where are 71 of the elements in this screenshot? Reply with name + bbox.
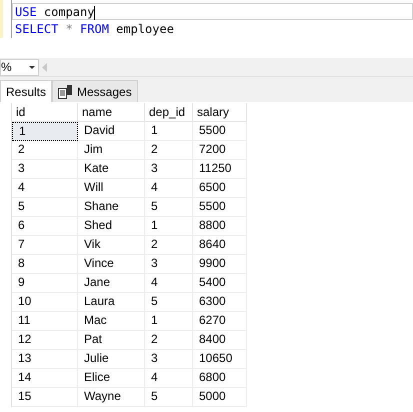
table-cell: 4	[145, 179, 193, 198]
table-cell: 6800	[193, 369, 247, 388]
table-cell: 3	[145, 160, 193, 179]
table-cell: 2	[145, 141, 193, 160]
column-header[interactable]: name	[78, 103, 145, 122]
column-header[interactable]: id	[12, 103, 78, 122]
zoom-dropdown[interactable]: %	[0, 58, 39, 76]
table-cell: Vince	[78, 255, 145, 274]
table-cell: Vik	[78, 236, 145, 255]
table-cell: Will	[78, 179, 145, 198]
table-cell: 1	[12, 122, 78, 141]
table-cell: Mac	[78, 312, 145, 331]
table-cell: Elice	[78, 369, 145, 388]
table-cell: 6500	[193, 179, 247, 198]
caret-icon	[29, 66, 35, 68]
tab[interactable]: Results	[0, 80, 52, 102]
table-cell: 2	[145, 236, 193, 255]
table-cell: Shane	[78, 198, 145, 217]
table-cell: 4	[12, 179, 78, 198]
table-cell: 14	[12, 369, 78, 388]
table-cell: Jim	[78, 141, 145, 160]
table-cell: Pat	[78, 331, 145, 350]
table-cell: 4	[145, 274, 193, 293]
table-cell: 11250	[193, 160, 247, 179]
table-cell: Jane	[78, 274, 145, 293]
table-cell: 5	[145, 198, 193, 217]
table-cell: 4	[145, 369, 193, 388]
table-cell: 5400	[193, 274, 247, 293]
table-cell: 7	[12, 236, 78, 255]
table-cell: 5000	[193, 388, 247, 407]
table-cell: 8800	[193, 217, 247, 236]
column-header[interactable]: dep_id	[145, 103, 193, 122]
table-cell: 6300	[193, 293, 247, 312]
table-cell: 8640	[193, 236, 247, 255]
table-cell: 15	[12, 388, 78, 407]
table-cell: 5	[145, 293, 193, 312]
table-cell: 1	[145, 312, 193, 331]
messages-icon	[58, 84, 74, 98]
scroll-left-icon[interactable]	[42, 62, 47, 72]
table-cell: Shed	[78, 217, 145, 236]
table-cell: 5500	[193, 198, 247, 217]
table-cell: 2	[145, 331, 193, 350]
table-cell: 3	[12, 160, 78, 179]
table-cell: 1	[145, 122, 193, 141]
table-cell: 5	[145, 388, 193, 407]
table-cell: Laura	[78, 293, 145, 312]
table-cell: 2	[12, 141, 78, 160]
table-cell: 8	[12, 255, 78, 274]
table-cell: 9	[12, 274, 78, 293]
table-cell: Kate	[78, 160, 145, 179]
table-cell: 3	[145, 350, 193, 369]
table-cell: 5500	[193, 122, 247, 141]
table-cell: 10	[12, 293, 78, 312]
table-cell: 5	[12, 198, 78, 217]
table-cell: 1	[145, 217, 193, 236]
table-cell: David	[78, 122, 145, 141]
table-cell: 9900	[193, 255, 247, 274]
table-cell: 3	[145, 255, 193, 274]
table-cell: 12	[12, 331, 78, 350]
table-cell: 13	[12, 350, 78, 369]
table-cell: 10650	[193, 350, 247, 369]
table-cell: Wayne	[78, 388, 145, 407]
table-cell: Julie	[78, 350, 145, 369]
table-cell: 6	[12, 217, 78, 236]
table-cell: 8400	[193, 331, 247, 350]
tab[interactable]: Messages	[52, 80, 138, 102]
code-line: SELECT * FROM employee	[14, 21, 175, 37]
table-cell: 7200	[193, 141, 247, 160]
table-cell: 6270	[193, 312, 247, 331]
column-header[interactable]: salary	[193, 103, 247, 122]
table-cell: 11	[12, 312, 78, 331]
